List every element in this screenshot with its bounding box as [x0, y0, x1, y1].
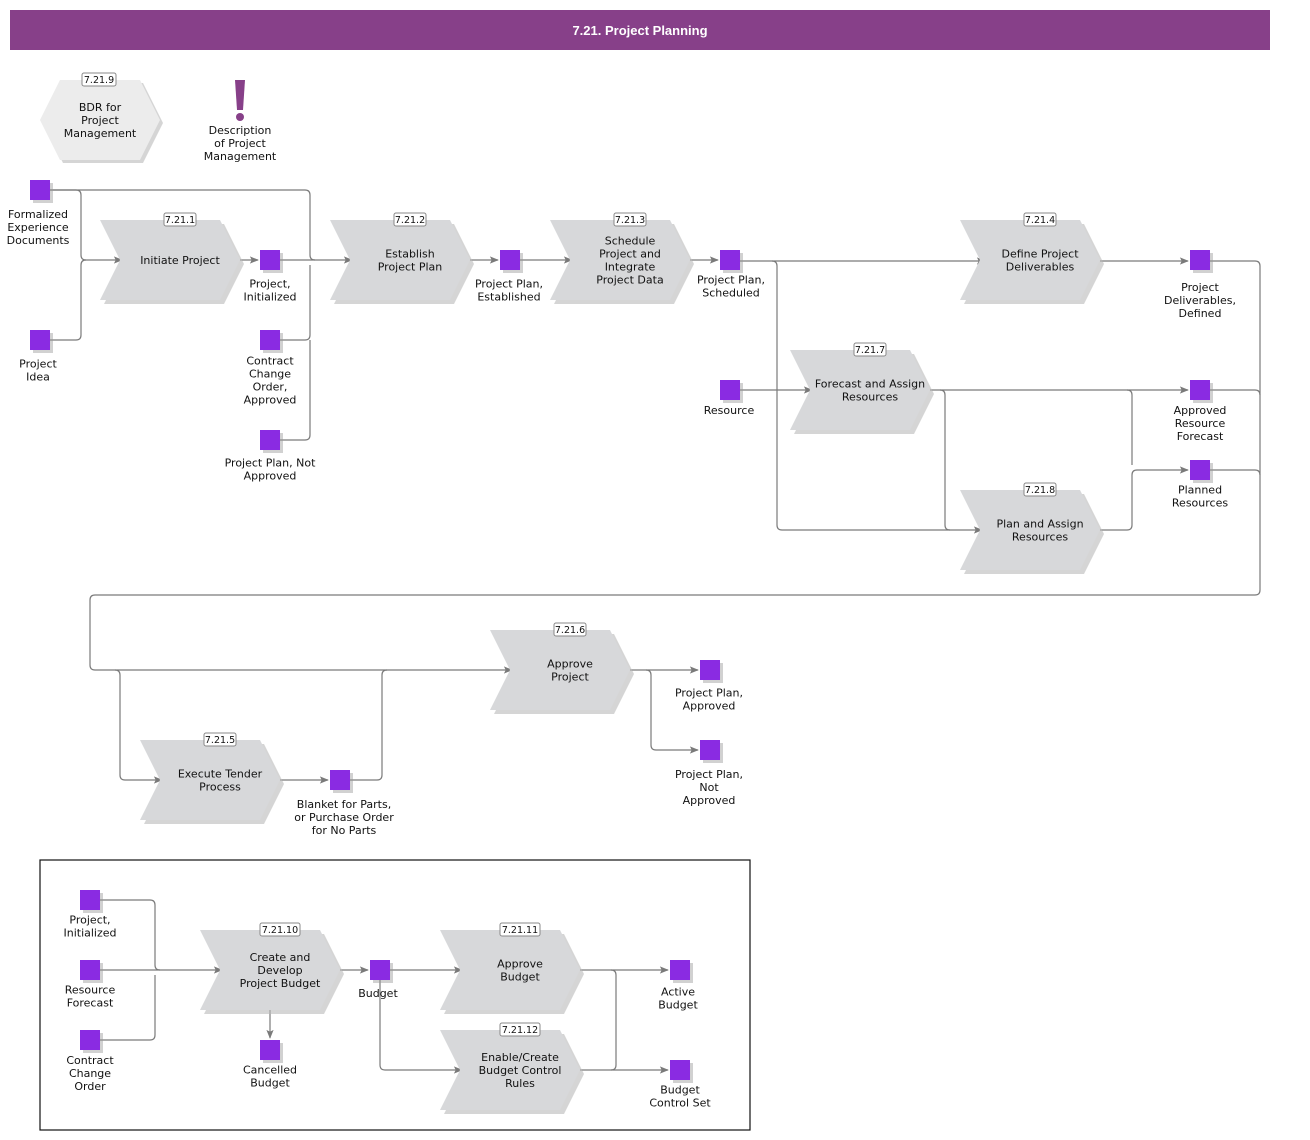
function-id: 7.21.5: [205, 735, 235, 746]
process-diagram: Initiate Project 7.21.1 Establish Project P…: [7, 72, 1261, 1131]
event-square: [30, 180, 50, 200]
function-id: 7.21.3: [615, 215, 645, 226]
event-cco-approved[interactable]: Contract Change Order, Approved: [244, 330, 297, 407]
function-planassign[interactable]: Plan and Assign Resources7.21.8: [960, 482, 1104, 574]
connector: [1210, 389, 1261, 396]
function-initiate[interactable]: Initiate Project 7.21.1: [100, 212, 244, 304]
function-id: 7.21.11: [502, 925, 538, 936]
event-label: Project Plan, Established: [475, 278, 543, 304]
connector: [350, 669, 388, 781]
event-b-forecast[interactable]: Resource Forecast: [65, 960, 116, 1010]
connector: [939, 389, 951, 531]
note-description[interactable]: Description of Project Management: [204, 80, 277, 163]
event-square: [670, 960, 690, 980]
event-label: Project Plan, Not Approved: [675, 768, 743, 807]
event-label: Approved Resource Forecast: [1174, 404, 1227, 443]
event-b-controlset[interactable]: Budget Control Set: [649, 1060, 711, 1110]
exclamation-icon: [235, 80, 245, 121]
event-label: Formalized Experience Documents: [7, 208, 70, 247]
function-approvebudget[interactable]: Approve Budget 7.21.11: [440, 922, 584, 1014]
event-square: [500, 250, 520, 270]
event-square: [260, 430, 280, 450]
function-label: Approve Project: [547, 658, 593, 684]
connector: [1210, 469, 1261, 476]
event-square: [700, 660, 720, 680]
event-label: Active Budget: [658, 986, 698, 1012]
event-square: [1190, 460, 1210, 480]
function-establish[interactable]: Establish Project Plan 7.21.2: [330, 212, 474, 304]
event-square: [1190, 380, 1210, 400]
connector: [610, 969, 617, 1071]
function-budget[interactable]: Create and Develop Project Budget7.21.10: [200, 922, 344, 1014]
reference-id: 7.21.9: [84, 75, 114, 86]
function-label: Initiate Project: [140, 254, 220, 267]
event-initialized[interactable]: Project, Initialized: [243, 250, 297, 304]
event-square: [670, 1060, 690, 1080]
event-square: [80, 960, 100, 980]
event-label: Resource Forecast: [65, 984, 116, 1010]
event-square: [330, 770, 350, 790]
event-planned-resources[interactable]: Planned Resources: [1172, 460, 1228, 510]
event-square: [370, 960, 390, 980]
event-label: Planned Resources: [1172, 484, 1228, 510]
event-scheduled[interactable]: Project Plan, Scheduled: [697, 250, 765, 300]
function-tender[interactable]: Execute Tender Process7.21.5: [140, 732, 284, 824]
event-label: Budget Control Set: [649, 1084, 711, 1110]
event-label: Project Idea: [19, 358, 57, 384]
function-id: 7.21.4: [1025, 215, 1055, 226]
event-resource[interactable]: Resource: [704, 380, 755, 417]
event-plan-approved[interactable]: Project Plan, Approved: [675, 660, 743, 713]
function-controlrules[interactable]: Enable/Create Budget Control Rules7.21.12: [440, 1022, 584, 1114]
function-id: 7.21.2: [395, 215, 425, 226]
function-approve[interactable]: Approve Project 7.21.6: [490, 622, 634, 714]
event-label: Project Plan, Not Approved: [225, 457, 316, 483]
function-label: Establish Project Plan: [378, 248, 443, 274]
function-label: Define Project Deliverables: [1001, 248, 1079, 274]
function-id: 7.21.10: [262, 925, 298, 936]
event-label: Project Plan, Scheduled: [697, 274, 765, 300]
function-label: Schedule Project and Integrate Project Data: [596, 235, 663, 287]
event-square: [30, 330, 50, 350]
function-forecast[interactable]: Forecast and Assign Resources7.21.7: [790, 342, 934, 434]
event-label: Contract Change Order: [66, 1054, 114, 1093]
event-b-active[interactable]: Active Budget: [658, 960, 698, 1012]
function-schedule[interactable]: Schedule Project and Integrate Project Data…: [550, 212, 694, 304]
event-square: [260, 330, 280, 350]
connector: [1126, 389, 1133, 465]
event-b-budget[interactable]: Budget: [358, 960, 398, 1000]
event-label: Project, Initialized: [63, 914, 116, 940]
event-label: Project, Initialized: [243, 278, 296, 304]
event-idea[interactable]: Project Idea: [19, 330, 58, 384]
function-id: 7.21.8: [1025, 485, 1055, 496]
function-id: 7.21.12: [502, 1025, 538, 1036]
event-square: [80, 890, 100, 910]
event-b-cancelled[interactable]: Cancelled Budget: [243, 1040, 297, 1090]
event-b-initialized[interactable]: Project, Initialized: [63, 890, 117, 940]
event-label: Blanket for Parts, or Purchase Order for N…: [294, 798, 394, 837]
event-square: [700, 740, 720, 760]
event-square: [80, 1030, 100, 1050]
connector: [50, 259, 87, 341]
event-square: [260, 1040, 280, 1060]
function-label: Approve Budget: [497, 958, 543, 984]
event-square: [720, 380, 740, 400]
event-label: Budget: [358, 987, 398, 1000]
function-id: 7.21.6: [555, 625, 585, 636]
event-label: Contract Change Order, Approved: [244, 355, 297, 407]
function-define[interactable]: Define Project Deliverables 7.21.4: [960, 212, 1104, 304]
event-label: Project Deliverables, Defined: [1164, 281, 1236, 320]
note-label: Description of Project Management: [204, 124, 277, 163]
function-id: 7.21.7: [855, 345, 885, 356]
event-established[interactable]: Project Plan, Established: [475, 250, 543, 304]
event-square: [1190, 250, 1210, 270]
reference-bdr[interactable]: BDR for Project Management7.21.9: [40, 72, 163, 163]
event-label: Resource: [704, 404, 755, 417]
event-square: [260, 250, 280, 270]
event-label: Project Plan, Approved: [675, 687, 743, 713]
function-id: 7.21.1: [165, 215, 195, 226]
event-label: Cancelled Budget: [243, 1064, 297, 1090]
event-square: [720, 250, 740, 270]
event-plan-not-approved-in[interactable]: Project Plan, Not Approved: [225, 430, 316, 483]
